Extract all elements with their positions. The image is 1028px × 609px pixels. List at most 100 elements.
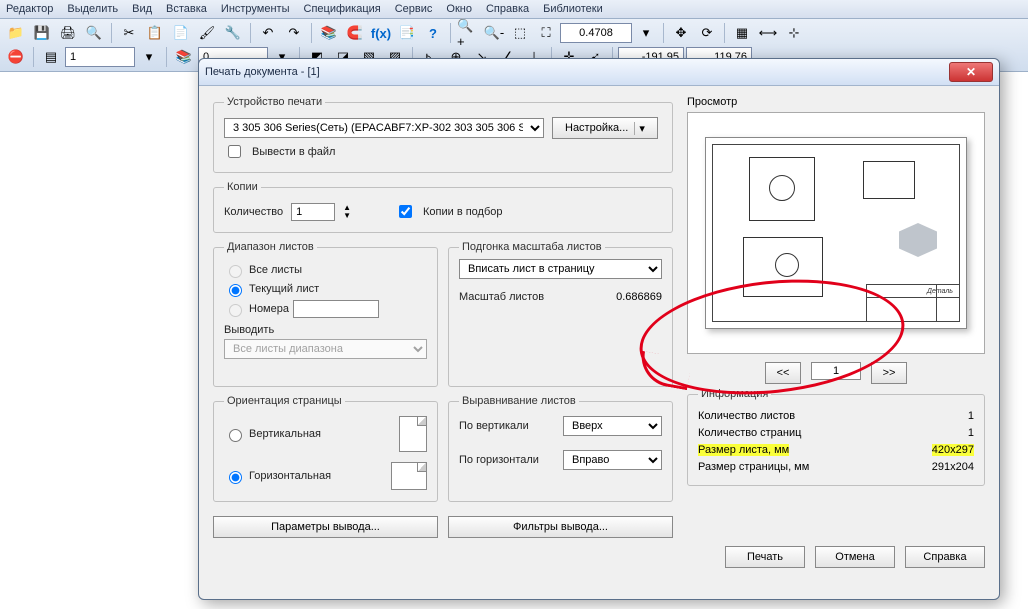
zoom-value-input[interactable] <box>560 23 632 43</box>
dialog-title: Печать документа - [1] <box>205 66 949 78</box>
help-button[interactable]: Справка <box>905 546 985 568</box>
scale-value: 0.686869 <box>616 291 662 303</box>
menu-window[interactable]: Окно <box>446 3 472 15</box>
menu-service[interactable]: Сервис <box>395 3 433 15</box>
dim-icon[interactable]: ⟷ <box>756 21 780 45</box>
fit-legend: Подгонка масштаба листов <box>459 241 605 253</box>
align-v-select[interactable]: Вверх <box>563 416 662 436</box>
preview-isometric-icon <box>899 223 937 257</box>
qty-label: Количество <box>224 206 283 218</box>
page-number-input[interactable] <box>811 362 861 380</box>
device-settings-button[interactable]: Настройка...▾ <box>552 117 658 139</box>
snap-icon[interactable]: ⊹ <box>782 21 806 45</box>
pan-icon[interactable]: ✥ <box>669 21 693 45</box>
qty-input[interactable] <box>291 203 335 221</box>
align-h-label: По горизонтали <box>459 454 555 466</box>
info-sheet-size: Размер листа, мм420x297 <box>698 443 974 457</box>
menu-libraries[interactable]: Библиотеки <box>543 3 603 15</box>
preview-detail-label: Деталь <box>927 288 953 295</box>
variables-icon[interactable]: 📑 <box>395 21 419 45</box>
save-icon[interactable]: 💾 <box>30 21 54 45</box>
output-params-button[interactable]: Параметры вывода... <box>213 516 438 538</box>
print-dialog: Печать документа - [1] ✕ Устройство печа… <box>198 58 1000 600</box>
brush-icon[interactable]: 🖌 <box>195 21 219 45</box>
copies-group: Копии Количество ▲▼ Копии в подбор <box>213 181 673 233</box>
menu-insert[interactable]: Вставка <box>166 3 207 15</box>
page-prev-button[interactable]: << <box>765 362 801 384</box>
preview-sheet: Деталь <box>705 137 967 329</box>
redo-icon[interactable]: ↷ <box>282 21 306 45</box>
grid-icon[interactable]: ▦ <box>730 21 754 45</box>
zoom-in-icon[interactable]: 🔍+ <box>456 21 480 45</box>
fit-group: Подгонка масштаба листов Вписать лист в … <box>448 241 673 387</box>
close-button[interactable]: ✕ <box>949 62 993 82</box>
portrait-icon <box>399 416 427 452</box>
range-current-label: Текущий лист <box>249 283 319 295</box>
help-icon[interactable]: ? <box>421 21 445 45</box>
layer-input[interactable] <box>65 47 135 67</box>
paste-icon[interactable]: 📄 <box>169 21 193 45</box>
magnet-icon[interactable]: 🧲 <box>343 21 367 45</box>
output-filters-button[interactable]: Фильтры вывода... <box>448 516 673 538</box>
range-all-label: Все листы <box>249 264 302 276</box>
zoom-window-icon[interactable]: ⬚ <box>508 21 532 45</box>
menu-tools[interactable]: Инструменты <box>221 3 290 15</box>
align-legend: Выравнивание листов <box>459 395 579 407</box>
orientation-legend: Ориентация страницы <box>224 395 345 407</box>
device-select[interactable]: 3 305 306 Series(Сеть) (EPACABF7:XP-302 … <box>224 118 544 138</box>
align-v-label: По вертикали <box>459 420 555 432</box>
menu-editor[interactable]: Редактор <box>6 3 53 15</box>
print-to-file-checkbox[interactable] <box>228 145 241 158</box>
zoom-out-icon[interactable]: 🔍- <box>482 21 506 45</box>
range-numbers-input <box>293 300 379 318</box>
output-select: Все листы диапазона <box>224 339 427 359</box>
orient-h-radio[interactable] <box>229 471 242 484</box>
fit-mode-select[interactable]: Вписать лист в страницу <box>459 259 662 279</box>
preview-icon[interactable]: 🔍 <box>82 21 106 45</box>
copy-icon[interactable]: 📋 <box>143 21 167 45</box>
preview-label: Просмотр <box>687 96 985 108</box>
device-group: Устройство печати 3 305 306 Series(Сеть)… <box>213 96 673 173</box>
redraw-icon[interactable]: ⟳ <box>695 21 719 45</box>
device-legend: Устройство печати <box>224 96 325 108</box>
collate-label: Копии в подбор <box>423 206 503 218</box>
info-page-size: Размер страницы, мм291x204 <box>698 460 974 474</box>
cut-icon[interactable]: ✂ <box>117 21 141 45</box>
output-label: Выводить <box>224 324 274 336</box>
orient-h-label: Горизонтальная <box>249 470 331 482</box>
open-icon[interactable]: 📁 <box>4 21 28 45</box>
orient-v-radio[interactable] <box>229 429 242 442</box>
library-icon[interactable]: 📚 <box>317 21 341 45</box>
copies-legend: Копии <box>224 181 261 193</box>
menu-view[interactable]: Вид <box>132 3 152 15</box>
preview-titleblock: Деталь <box>866 284 959 321</box>
align-h-select[interactable]: Вправо <box>563 450 662 470</box>
range-group: Диапазон листов Все листы Текущий лист Н… <box>213 241 438 387</box>
range-current-radio[interactable] <box>229 284 242 297</box>
properties-icon[interactable]: 🔧 <box>221 21 245 45</box>
range-all-radio <box>229 265 242 278</box>
range-numbers-label: Номера <box>249 303 289 315</box>
cancel-button[interactable]: Отмена <box>815 546 895 568</box>
menu-bar: Редактор Выделить Вид Вставка Инструмент… <box>0 0 1028 19</box>
range-numbers-radio <box>229 304 242 317</box>
print-icon[interactable]: 🖨 <box>56 21 80 45</box>
menu-help[interactable]: Справка <box>486 3 529 15</box>
chevron-down-icon[interactable]: ▾ <box>634 21 658 45</box>
landscape-icon <box>391 462 427 490</box>
menu-select[interactable]: Выделить <box>67 3 118 15</box>
print-to-file-label: Вывести в файл <box>252 146 335 158</box>
range-legend: Диапазон листов <box>224 241 317 253</box>
collate-checkbox[interactable] <box>399 205 412 218</box>
qty-down-icon[interactable]: ▼ <box>343 212 351 220</box>
fx-icon[interactable]: f(x) <box>369 21 393 45</box>
menu-spec[interactable]: Спецификация <box>304 3 381 15</box>
info-legend: Информация <box>698 388 771 400</box>
info-group: Информация Количество листов1 Количество… <box>687 388 985 486</box>
orient-v-label: Вертикальная <box>249 428 321 440</box>
print-button[interactable]: Печать <box>725 546 805 568</box>
dialog-titlebar[interactable]: Печать документа - [1] ✕ <box>199 59 999 86</box>
undo-icon[interactable]: ↶ <box>256 21 280 45</box>
page-next-button[interactable]: >> <box>871 362 907 384</box>
zoom-fit-icon[interactable]: ⛶ <box>534 21 558 45</box>
